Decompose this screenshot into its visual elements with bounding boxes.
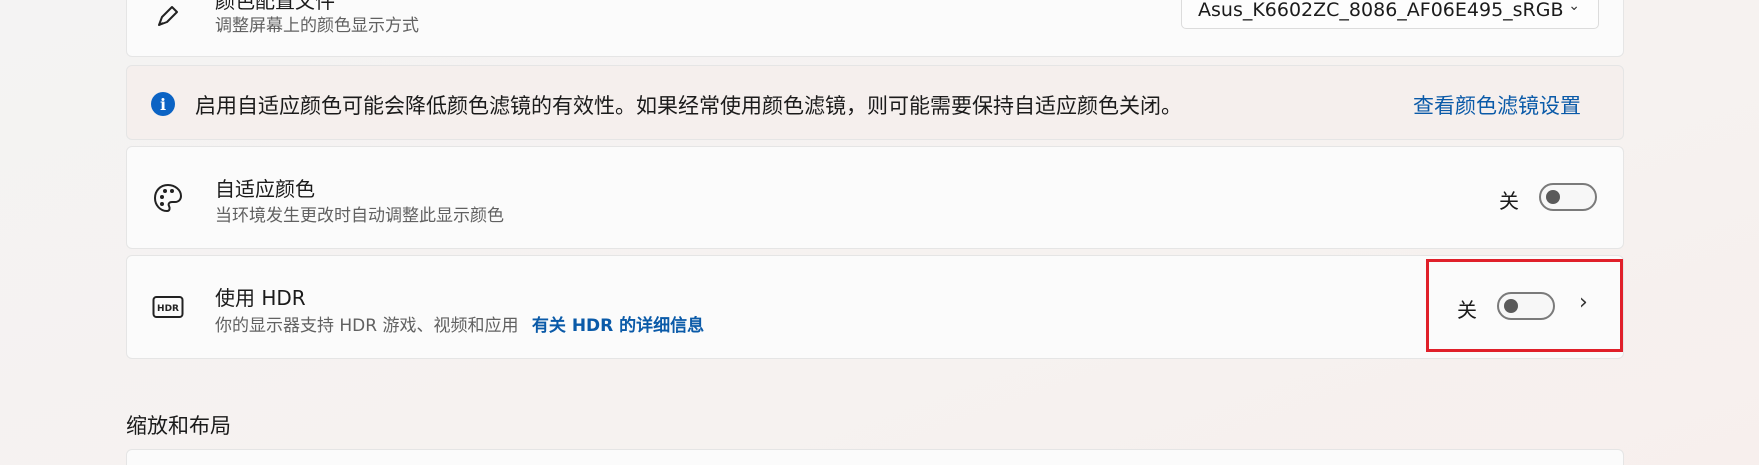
- pen-icon: [151, 0, 185, 33]
- adaptive-color-title: 自适应颜色: [215, 177, 315, 201]
- hdr-subtitle-row: 你的显示器支持 HDR 游戏、视频和应用 有关 HDR 的详细信息: [215, 311, 704, 336]
- info-text: 启用自适应颜色可能会降低颜色滤镜的有效性。如果经常使用颜色滤镜，则可能需要保持自…: [195, 94, 1182, 118]
- svg-text:HDR: HDR: [157, 304, 179, 314]
- chevron-down-icon: ⌄: [1568, 0, 1580, 14]
- hdr-card: HDR 使用 HDR 你的显示器支持 HDR 游戏、视频和应用 有关 HDR 的…: [126, 255, 1624, 359]
- hdr-subtitle: 你的显示器支持 HDR 游戏、视频和应用: [215, 316, 519, 336]
- color-profile-subtitle: 调整屏幕上的颜色显示方式: [215, 16, 419, 36]
- adaptive-color-toggle[interactable]: [1539, 183, 1597, 211]
- color-filter-settings-link[interactable]: 查看颜色滤镜设置: [1413, 90, 1581, 120]
- highlight-box: [1426, 259, 1623, 352]
- palette-icon: [151, 181, 185, 215]
- adaptive-color-subtitle: 当环境发生更改时自动调整此显示颜色: [215, 206, 504, 226]
- adaptive-color-card: 自适应颜色 当环境发生更改时自动调整此显示颜色 关: [126, 146, 1624, 249]
- hdr-info-link[interactable]: 有关 HDR 的详细信息: [532, 316, 704, 336]
- toggle-knob: [1546, 190, 1560, 204]
- settings-page: 颜色配置文件 调整屏幕上的颜色显示方式 Asus_K6602ZC_8086_AF…: [0, 0, 1759, 465]
- section-title-scale-layout: 缩放和布局: [126, 414, 231, 438]
- scale-layout-card: [126, 449, 1624, 465]
- hdr-icon: HDR: [151, 290, 185, 324]
- dropdown-value: Asus_K6602ZC_8086_AF06E495_sRGB: [1198, 0, 1564, 21]
- info-bar: i 启用自适应颜色可能会降低颜色滤镜的有效性。如果经常使用颜色滤镜，则可能需要保…: [126, 65, 1624, 140]
- hdr-title: 使用 HDR: [215, 286, 306, 310]
- info-icon: i: [151, 92, 175, 116]
- adaptive-color-state-label: 关: [1499, 189, 1519, 213]
- color-profile-dropdown[interactable]: Asus_K6602ZC_8086_AF06E495_sRGB ⌄: [1181, 0, 1599, 29]
- color-profile-card: 颜色配置文件 调整屏幕上的颜色显示方式 Asus_K6602ZC_8086_AF…: [126, 0, 1624, 57]
